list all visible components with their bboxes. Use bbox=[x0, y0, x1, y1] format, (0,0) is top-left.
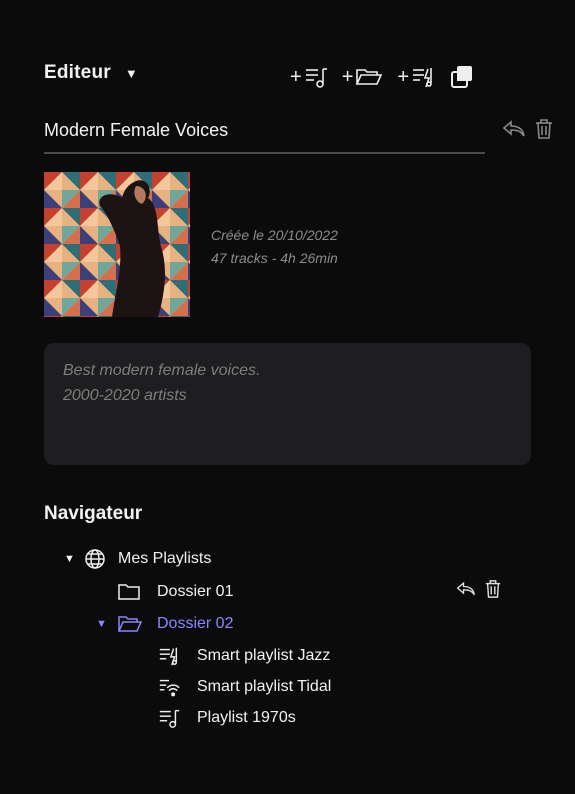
tree-item-label: Smart playlist Jazz bbox=[197, 647, 331, 664]
editor-title: Editeur bbox=[44, 62, 111, 83]
description-field[interactable]: Best modern female voices. 2000-2020 art… bbox=[44, 343, 531, 465]
playlist-name-field[interactable]: Modern Female Voices bbox=[44, 120, 485, 154]
tree-item-label: Mes Playlists bbox=[118, 550, 212, 567]
tree-item-dossier-01[interactable]: Dossier 01 bbox=[117, 582, 233, 602]
track-stats: 47 tracks - 4h 26min bbox=[211, 250, 338, 266]
tree-item-playlist-1970s[interactable]: Playlist 1970s bbox=[157, 707, 296, 729]
duplicate-icon bbox=[451, 66, 473, 88]
editor-toolbar: + + + bbox=[290, 64, 489, 90]
tree-item-label: Dossier 02 bbox=[157, 615, 234, 632]
created-date: Créée le 20/10/2022 bbox=[211, 227, 338, 243]
folder-icon bbox=[118, 584, 140, 600]
tree-item-mes-playlists[interactable]: ▼ Mes Playlists bbox=[64, 548, 211, 570]
add-playlist-icon bbox=[305, 68, 327, 88]
undo-icon[interactable] bbox=[502, 118, 526, 140]
add-playlist-button[interactable]: + bbox=[290, 65, 328, 89]
tree-item-label: Playlist 1970s bbox=[197, 709, 296, 726]
tree-item-label: Dossier 01 bbox=[157, 583, 234, 600]
open-folder-icon bbox=[117, 616, 143, 632]
description-line: Best modern female voices. bbox=[63, 362, 261, 379]
editor-header: Editeur ▼ bbox=[44, 62, 138, 84]
globe-icon bbox=[85, 549, 105, 569]
folder-row-actions bbox=[456, 579, 502, 599]
add-folder-icon bbox=[356, 69, 383, 85]
navigator-title: Navigateur bbox=[44, 503, 143, 524]
add-smart-playlist-button[interactable]: + bbox=[397, 65, 435, 89]
undo-icon[interactable] bbox=[456, 579, 476, 599]
playlist-name-value: Modern Female Voices bbox=[44, 120, 229, 140]
tree-item-smart-jazz[interactable]: Smart playlist Jazz bbox=[157, 645, 330, 667]
trash-icon[interactable] bbox=[484, 579, 502, 599]
tree-item-dossier-02[interactable]: ▼ Dossier 02 bbox=[96, 614, 233, 634]
editor-dropdown-icon[interactable]: ▼ bbox=[125, 66, 138, 81]
plus-icon: + bbox=[341, 66, 354, 88]
plus-icon: + bbox=[397, 66, 410, 88]
wifi-playlist-icon bbox=[159, 679, 180, 697]
playlist-icon bbox=[159, 709, 180, 728]
plus-icon: + bbox=[290, 66, 302, 88]
name-actions bbox=[502, 118, 554, 140]
smart-playlist-icon bbox=[159, 647, 178, 666]
playlist-cover-image bbox=[44, 172, 190, 317]
add-smart-playlist-icon bbox=[413, 68, 432, 88]
tree-item-smart-tidal[interactable]: Smart playlist Tidal bbox=[157, 676, 331, 698]
description-line: 2000-2020 artists bbox=[63, 387, 187, 404]
trash-icon[interactable] bbox=[534, 118, 554, 140]
duplicate-button[interactable] bbox=[449, 64, 475, 90]
caret-down-icon[interactable]: ▼ bbox=[64, 553, 78, 565]
caret-down-icon[interactable]: ▼ bbox=[96, 618, 117, 630]
tree-item-label: Smart playlist Tidal bbox=[197, 678, 332, 695]
add-folder-button[interactable]: + bbox=[342, 65, 384, 89]
playlist-meta: Créée le 20/10/2022 47 tracks - 4h 26min bbox=[211, 224, 338, 270]
